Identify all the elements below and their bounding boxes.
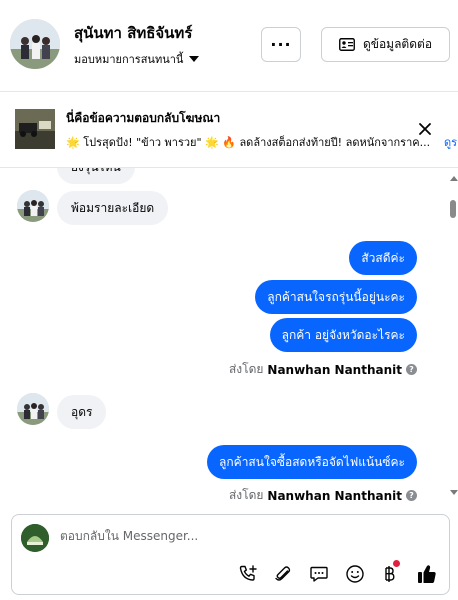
close-ad-button[interactable]: [418, 121, 432, 140]
saved-replies-button[interactable]: [308, 563, 330, 585]
sender-name: Nanwhan Nanthanit: [267, 362, 402, 377]
thread-scrollbar[interactable]: [448, 168, 458, 504]
sent-by-prefix: ส่งโดย: [228, 488, 264, 502]
notification-dot: [393, 560, 400, 567]
sent-by-prefix: ส่งโดย: [228, 362, 264, 376]
message-outgoing: ลูกค้าสนใจรถรุ่นนี้อยู่นะคะ: [255, 280, 417, 314]
sent-by-label: ส่งโดย Nanwhan Nanthanit ?: [229, 486, 417, 504]
sender-name: Nanwhan Nanthanit: [267, 488, 402, 503]
message-composer: [11, 514, 450, 595]
message-input[interactable]: [60, 529, 360, 543]
message-incoming: อุดร: [57, 395, 107, 429]
like-button[interactable]: [416, 563, 438, 585]
ad-reply-banner: นี่คือข้อความตอบกลับโฆษณา 🌟 โปรสุดปัง! "…: [0, 92, 458, 168]
sender-avatar[interactable]: [17, 190, 49, 222]
emoji-button[interactable]: [344, 563, 366, 585]
call-button[interactable]: [237, 563, 259, 585]
message-outgoing: ลูกค้า อยู่จังหวัดอะไรคะ: [269, 318, 417, 352]
view-contact-info-button[interactable]: ดูข้อมูลติดต่อ: [321, 27, 450, 62]
scroll-thumb[interactable]: [450, 200, 456, 218]
speech-bubble-icon: [310, 566, 328, 582]
close-icon: [419, 123, 431, 135]
thumbs-up-icon: [418, 565, 436, 583]
contact-card-icon: [339, 38, 355, 51]
assign-conversation-dropdown[interactable]: มอบหมายการสนทนานี้: [74, 50, 200, 68]
ad-see-more-link[interactable]: ดูร: [444, 133, 457, 151]
ad-thumbnail[interactable]: [15, 109, 55, 149]
ad-reply-text: 🌟 โปรสุดปัง! "ข้าว พารวย" 🌟 🔥 ลดล้างสต็อ…: [66, 136, 431, 149]
baht-icon: [385, 566, 395, 582]
contact-name: สุนันทา สิทธิจันทร์: [74, 24, 193, 42]
payment-button[interactable]: [378, 560, 400, 585]
ad-reply-title: นี่คือข้อความตอบกลับโฆษณา: [66, 111, 221, 125]
messenger-conversation: สุนันทา สิทธิจันทร์ มอบหมายการสนทนานี้ ·…: [0, 0, 458, 600]
message-incoming: พ้อมรายละเอียด: [57, 191, 169, 225]
sent-by-label: ส่งโดย Nanwhan Nanthanit ?: [229, 360, 417, 379]
emoji-icon: [346, 565, 364, 583]
paperclip-icon: [275, 566, 291, 581]
more-options-button[interactable]: ···: [261, 27, 301, 62]
call-plus-icon: [239, 565, 257, 581]
sender-avatar[interactable]: [17, 393, 49, 425]
caret-down-icon: [189, 56, 200, 62]
message-outgoing: สัวสดีค่ะ: [349, 241, 417, 275]
message-thread[interactable]: ยังรุ่นไหน พ้อมรายละเอียด สัวสดีค่ะ ลูกค…: [0, 168, 458, 504]
contact-info-label: ดูข้อมูลติดต่อ: [362, 37, 433, 51]
contact-avatar[interactable]: [10, 19, 60, 69]
assign-label: มอบหมายการสนทนานี้: [74, 53, 184, 66]
message-outgoing: ลูกค้าสนใจซื้อสดหรือจัดไฟแน้นซ์คะ: [207, 445, 417, 479]
scroll-down-arrow-icon[interactable]: [450, 490, 458, 495]
scroll-up-arrow-icon[interactable]: [450, 176, 458, 181]
attach-file-button[interactable]: [272, 563, 294, 585]
message-incoming-partial: ยังรุ่นไหน: [57, 168, 135, 184]
info-icon[interactable]: ?: [406, 364, 417, 375]
more-icon: ···: [270, 35, 292, 54]
conversation-header: สุนันทา สิทธิจันทร์ มอบหมายการสนทนานี้ ·…: [0, 0, 458, 92]
info-icon[interactable]: ?: [406, 490, 417, 501]
page-avatar: [21, 524, 49, 552]
